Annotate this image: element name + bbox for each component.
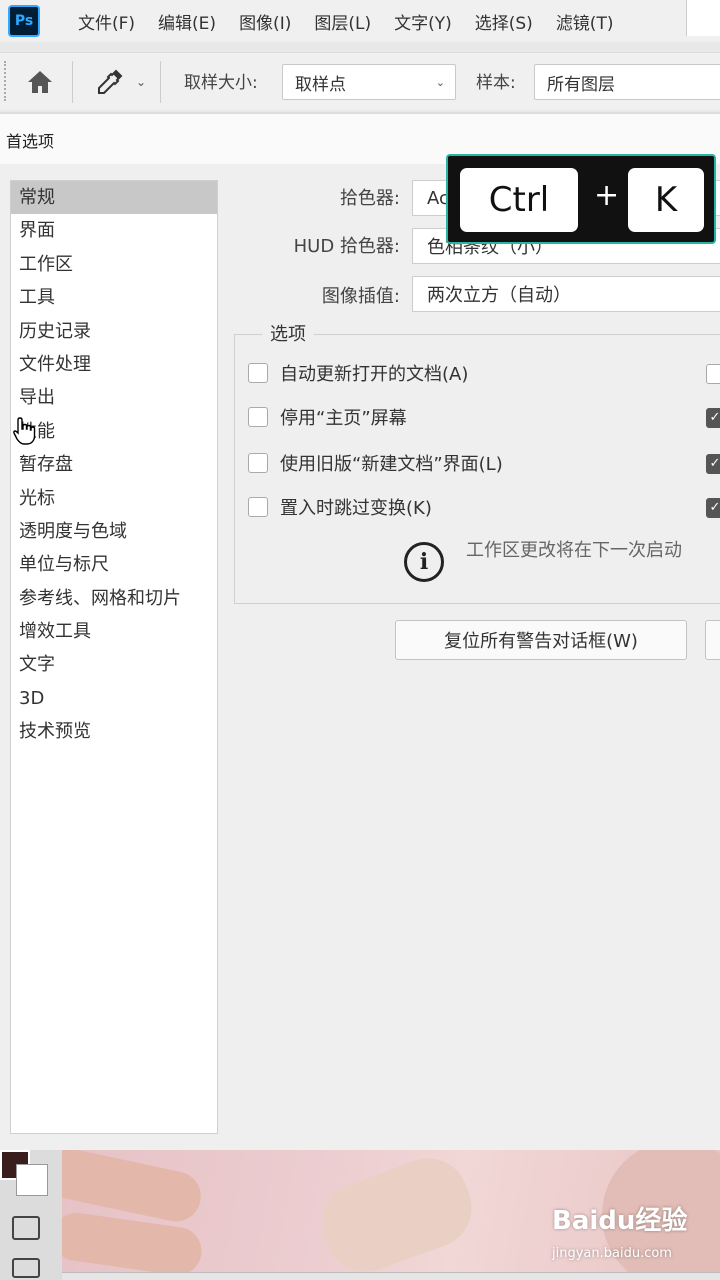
legacy-new-doc-option[interactable]: 使用旧版“新建文档”界面(L): [248, 450, 503, 476]
info-text: 工作区更改将在下一次启动: [466, 540, 682, 561]
sidebar-item-plugins[interactable]: 增效工具: [11, 615, 217, 648]
sidebar-item-cursors[interactable]: 光标: [11, 482, 217, 515]
sidebar-item-workspace[interactable]: 工作区: [11, 248, 217, 281]
checkbox-label: 停用“主页”屏幕: [280, 408, 407, 429]
sidebar-item-general[interactable]: 常规: [11, 181, 217, 215]
sidebar-item-file-handling[interactable]: 文件处理: [11, 348, 217, 381]
right-column-checkbox-checked[interactable]: ✓: [706, 408, 720, 428]
menu-layer[interactable]: 图层(L): [314, 9, 371, 34]
menu-bar: Ps 文件(F) 编辑(E) 图像(I) 图层(L) 文字(Y) 选择(S) 滤…: [0, 0, 720, 42]
skip-transform-option[interactable]: 置入时跳过变换(K): [248, 494, 432, 520]
options-group-legend: 选项: [262, 320, 314, 346]
tool-preset-chevron-icon[interactable]: ⌄: [136, 75, 146, 89]
status-bar: [62, 1272, 720, 1280]
chevron-down-icon: ⌄: [435, 76, 445, 89]
baidu-watermark-url: jingyan.baidu.com: [552, 1246, 672, 1261]
shortcut-overlay: Ctrl + K: [446, 154, 716, 244]
image-interpolation-label: 图像插值:: [321, 286, 400, 307]
checkbox-label: 置入时跳过变换(K): [280, 498, 432, 519]
menu-filter[interactable]: 滤镜(T): [556, 9, 614, 34]
key-k: K: [628, 168, 704, 232]
preferences-dialog: 首选项 常规 界面 工作区 工具 历史记录 文件处理 导出 性能 暂存盘 光标 …: [0, 112, 720, 1150]
sidebar-item-performance[interactable]: 性能: [11, 415, 217, 448]
sidebar-item-type[interactable]: 文字: [11, 648, 217, 681]
sample-select[interactable]: 所有图层: [534, 64, 720, 100]
menu-items: 文件(F) 编辑(E) 图像(I) 图层(L) 文字(Y) 选择(S) 滤镜(T…: [78, 9, 636, 34]
screen-mode-icon[interactable]: [12, 1258, 40, 1278]
checkbox-label: 使用旧版“新建文档”界面(L): [280, 454, 503, 475]
preferences-sidebar: 常规 界面 工作区 工具 历史记录 文件处理 导出 性能 暂存盘 光标 透明度与…: [10, 180, 218, 1134]
dialog-title: 首选项: [6, 132, 55, 151]
window-control-area: [686, 0, 720, 36]
sidebar-item-interface[interactable]: 界面: [11, 214, 217, 247]
options-bar-grip[interactable]: [4, 61, 8, 101]
color-picker-label: 拾色器:: [339, 188, 400, 209]
background-color-swatch[interactable]: [16, 1164, 48, 1196]
hud-color-picker-label: HUD 拾色器:: [293, 236, 400, 257]
disable-home-screen-option[interactable]: 停用“主页”屏幕: [248, 404, 407, 430]
hand-shape: [311, 1150, 483, 1272]
menu-image[interactable]: 图像(I): [239, 9, 291, 34]
sidebar-item-history[interactable]: 历史记录: [11, 315, 217, 348]
image-interpolation-value: 两次立方（自动）: [427, 285, 571, 306]
sidebar-item-tools[interactable]: 工具: [11, 281, 217, 314]
separator: [72, 61, 73, 103]
secondary-button[interactable]: [705, 620, 720, 660]
baidu-watermark: Baidu经验: [552, 1206, 688, 1236]
sample-size-label: 取样大小:: [184, 73, 258, 93]
image-interpolation-select[interactable]: 两次立方（自动）: [412, 276, 720, 312]
quick-mask-icon[interactable]: [12, 1216, 40, 1240]
sample-value: 所有图层: [547, 74, 615, 95]
reset-warnings-button[interactable]: 复位所有警告对话框(W): [395, 620, 687, 660]
eyedropper-icon[interactable]: [94, 67, 126, 97]
sidebar-item-guides-grid[interactable]: 参考线、网格和切片: [11, 582, 217, 615]
sidebar-item-units-rulers[interactable]: 单位与标尺: [11, 548, 217, 581]
checkbox[interactable]: [248, 363, 268, 383]
key-plus: +: [594, 178, 620, 213]
sample-size-value: 取样点: [295, 74, 346, 95]
key-ctrl: Ctrl: [460, 168, 578, 232]
checkbox-label: 自动更新打开的文档(A): [280, 364, 469, 385]
checkbox[interactable]: [248, 453, 268, 473]
sample-size-select[interactable]: 取样点 ⌄: [282, 64, 456, 100]
sample-label: 样本:: [476, 73, 516, 93]
checkbox[interactable]: [248, 497, 268, 517]
info-icon: i: [404, 542, 444, 582]
home-icon[interactable]: [24, 67, 56, 97]
menu-edit[interactable]: 编辑(E): [158, 9, 216, 34]
separator: [160, 61, 161, 103]
hand-cursor-icon: [13, 417, 36, 445]
menu-select[interactable]: 选择(S): [475, 9, 533, 34]
menu-type[interactable]: 文字(Y): [394, 9, 452, 34]
menu-file[interactable]: 文件(F): [78, 9, 135, 34]
auto-update-docs-option[interactable]: 自动更新打开的文档(A): [248, 360, 468, 386]
photoshop-logo: Ps: [8, 5, 40, 37]
sidebar-item-transparency[interactable]: 透明度与色域: [11, 515, 217, 548]
sidebar-item-export[interactable]: 导出: [11, 381, 217, 414]
sidebar-item-3d[interactable]: 3D: [11, 682, 217, 715]
checkbox[interactable]: [248, 407, 268, 427]
right-column-checkbox-checked[interactable]: ✓: [706, 498, 720, 518]
sidebar-item-tech-preview[interactable]: 技术预览: [11, 715, 217, 748]
sidebar-item-scratch-disks[interactable]: 暂存盘: [11, 448, 217, 481]
right-column-checkbox[interactable]: [706, 364, 720, 384]
right-column-checkbox-checked[interactable]: ✓: [706, 454, 720, 474]
